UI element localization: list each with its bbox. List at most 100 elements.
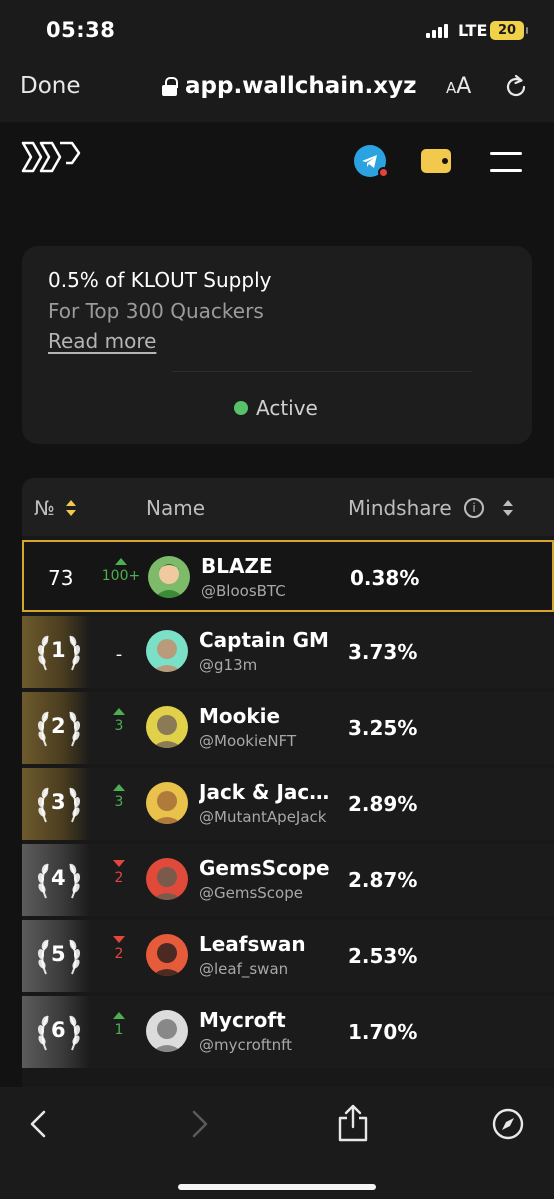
user-name: GemsScope — [199, 856, 330, 880]
table-row[interactable]: 6 1 Mycroft @mycroftnft 1.70% — [22, 996, 554, 1068]
arrow-up-icon — [113, 1012, 125, 1019]
arrow-up-icon — [115, 558, 127, 565]
rank-change-value: - — [115, 644, 123, 665]
lock-icon — [162, 77, 178, 96]
medal-badge: 3 — [22, 768, 90, 840]
home-indicator — [178, 1184, 376, 1190]
signal-icon — [426, 24, 452, 38]
status-label: Active — [256, 396, 318, 420]
arrow-up-icon — [113, 708, 125, 715]
user-name: Leafswan — [199, 932, 306, 956]
rank-number: 1 — [51, 638, 66, 662]
info-icon[interactable]: i — [464, 498, 484, 518]
rank-number: 2 — [51, 714, 66, 738]
current-user-row[interactable]: 73 100+ BLAZE @BloosBTC 0.38% — [22, 540, 554, 612]
rank-change-value: 1 — [114, 1022, 124, 1038]
reload-icon[interactable] — [503, 74, 529, 100]
user-handle: @GemsScope — [199, 884, 303, 902]
rank-change: 2 — [96, 936, 142, 976]
compass-icon[interactable] — [491, 1107, 525, 1141]
avatar[interactable] — [146, 934, 188, 976]
wallchain-logo[interactable] — [20, 140, 82, 176]
done-button[interactable]: Done — [20, 73, 81, 99]
promo-subtitle: For Top 300 Quackers — [48, 299, 264, 323]
arrow-up-icon — [113, 784, 125, 791]
promo-title: 0.5% of KLOUT Supply — [48, 268, 272, 292]
url-bar[interactable]: app.wallchain.xyz — [162, 73, 416, 99]
status-badge: Active — [234, 396, 318, 420]
arrow-down-icon — [113, 860, 125, 867]
rank-change-value: 3 — [114, 794, 124, 810]
leaderboard-table: № Name Mindshare i 73 100+ BLAZE @BloosB… — [22, 478, 554, 1087]
table-row[interactable]: 4 2 GemsScope @GemsScope 2.87% — [22, 844, 554, 916]
table-row[interactable]: 1 - Captain GM @g13m 3.73% — [22, 616, 554, 688]
table-header: № Name Mindshare i — [22, 478, 554, 536]
rank-change: 100+ — [98, 558, 144, 598]
rank-change-value: 3 — [114, 718, 124, 734]
battery-icon: 20 — [490, 21, 528, 40]
user-name: Jack & Jacki... — [199, 780, 341, 804]
text-size-button[interactable]: AA — [446, 74, 471, 99]
rank-change-value: 100+ — [101, 568, 141, 584]
user-handle: @g13m — [199, 656, 258, 674]
medal-badge: 5 — [22, 920, 90, 992]
avatar[interactable] — [146, 630, 188, 672]
rank-change: 1 — [96, 1012, 142, 1052]
rank-number: 6 — [51, 1018, 66, 1042]
user-handle: @leaf_swan — [199, 960, 289, 978]
back-arrow-icon[interactable] — [22, 1107, 56, 1141]
rank-change-value: 2 — [114, 946, 124, 962]
status-bar: 05:38 LTE 20 — [0, 0, 554, 60]
medal-badge: 1 — [22, 616, 90, 688]
sort-icon[interactable] — [66, 500, 76, 516]
rank-change: 3 — [96, 784, 142, 824]
rank-number: 4 — [51, 866, 66, 890]
url-text: app.wallchain.xyz — [185, 73, 417, 99]
arrow-down-icon — [113, 936, 125, 943]
rank-change-value: 2 — [114, 870, 124, 886]
mindshare-value: 1.70% — [348, 1020, 418, 1044]
name-column-header: Name — [146, 496, 206, 520]
telegram-icon[interactable] — [354, 145, 389, 178]
user-handle: @MookieNFT — [199, 732, 297, 750]
table-row[interactable]: 3 3 Jack & Jacki... @MutantApeJack 2.89% — [22, 768, 554, 840]
avatar[interactable] — [146, 1010, 188, 1052]
wallet-icon[interactable] — [421, 149, 451, 173]
clock: 05:38 — [46, 18, 116, 42]
table-row[interactable]: 5 2 Leafswan @leaf_swan 2.53% — [22, 920, 554, 992]
mindshare-value: 2.89% — [348, 792, 418, 816]
user-name: Mookie — [199, 704, 281, 728]
user-handle: @BloosBTC — [201, 582, 286, 600]
medal-badge: 4 — [22, 844, 90, 916]
user-handle: @MutantApeJack — [199, 808, 327, 826]
mindshare-value: 3.25% — [348, 716, 418, 740]
rank-number: 5 — [51, 942, 66, 966]
avatar[interactable] — [146, 858, 188, 900]
avatar[interactable] — [146, 782, 188, 824]
medal-badge: 6 — [22, 996, 90, 1068]
table-row[interactable]: 2 3 Mookie @MookieNFT 3.25% — [22, 692, 554, 764]
network-label: LTE — [458, 21, 488, 40]
rank-change: 3 — [96, 708, 142, 748]
divider — [172, 371, 472, 372]
mindshare-value: 2.87% — [348, 868, 418, 892]
user-handle: @mycroftnft — [199, 1036, 293, 1054]
notification-dot — [378, 167, 389, 178]
sort-icon[interactable] — [503, 500, 513, 516]
avatar[interactable] — [146, 706, 188, 748]
browser-toolbar: Done app.wallchain.xyz AA — [0, 60, 554, 122]
status-dot-icon — [234, 401, 248, 415]
share-icon[interactable] — [336, 1103, 370, 1143]
forward-arrow-icon[interactable] — [182, 1107, 216, 1141]
rank-column-header[interactable]: № — [34, 496, 55, 520]
rank-number: 3 — [51, 790, 66, 814]
mindshare-value: 0.38% — [350, 566, 420, 590]
rank-change: - — [96, 632, 142, 672]
mindshare-column-header[interactable]: Mindshare — [348, 496, 452, 520]
promo-card: 0.5% of KLOUT Supply For Top 300 Quacker… — [22, 246, 532, 444]
browser-bottom-bar — [0, 1087, 554, 1199]
medal-badge: 2 — [22, 692, 90, 764]
hamburger-menu-icon[interactable] — [490, 152, 522, 172]
read-more-link[interactable]: Read more — [48, 329, 156, 353]
avatar[interactable] — [148, 556, 190, 598]
